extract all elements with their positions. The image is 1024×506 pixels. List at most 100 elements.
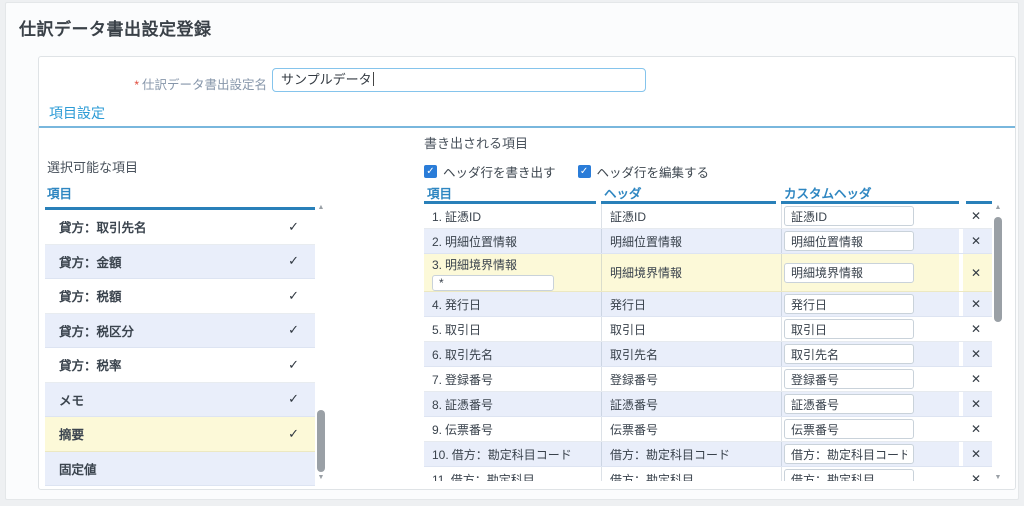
custom-header-cell [781,317,959,341]
scrollbar-thumb[interactable] [994,217,1002,322]
remove-icon[interactable]: ✕ [971,422,981,436]
item-cell: 1.証憑ID [424,204,601,228]
remove-cell[interactable]: ✕ [963,292,989,316]
available-list-item[interactable]: 摘要✓ [45,417,315,452]
remove-icon[interactable]: ✕ [971,347,981,361]
remove-cell[interactable]: ✕ [963,467,989,481]
custom-header-input[interactable] [784,231,914,251]
header-name: 登録番号 [610,371,658,388]
header-options: ✓ ヘッダ行を書き出す ✓ ヘッダ行を編集する [424,162,709,181]
remove-icon[interactable]: ✕ [971,472,981,481]
header-name: 明細境界情報 [610,264,682,281]
scroll-down-icon[interactable]: ▼ [316,474,326,481]
available-list-item[interactable]: 貸方：税区分✓ [45,314,315,349]
page-title: 仕訳データ書出設定登録 [19,15,212,40]
header-name: 証憑ID [610,208,646,225]
row-number: 1. [432,210,442,224]
item-cell: 4.発行日 [424,292,601,316]
custom-header-input[interactable] [784,263,914,283]
row-number: 5. [432,323,442,337]
write-header-checkbox[interactable]: ✓ ヘッダ行を書き出す [424,162,556,181]
export-table-row: 3.明細境界情報明細境界情報✕ [424,254,992,292]
row-number: 6. [432,348,442,362]
row-number: 7. [432,373,442,387]
remove-icon[interactable]: ✕ [971,266,981,280]
setting-name-input[interactable]: サンプルデータ [272,68,646,92]
scrollbar-thumb[interactable] [317,410,325,472]
available-list-item[interactable]: 貸方：金額✓ [45,245,315,280]
remove-cell[interactable]: ✕ [963,204,989,228]
header-cell: 証憑ID [601,204,781,228]
remove-cell[interactable]: ✕ [963,367,989,391]
scroll-up-icon[interactable]: ▲ [316,204,326,211]
remove-cell[interactable]: ✕ [963,442,989,466]
export-table-row: 2.明細位置情報明細位置情報✕ [424,229,992,254]
export-table-scrollbar[interactable]: ▲ ▼ [993,204,1003,481]
available-list-item[interactable]: 貸方：取引先名✓ [45,210,315,245]
row-number: 11. [432,473,448,482]
header-name: 取引先名 [610,346,658,363]
custom-header-input[interactable] [784,319,914,339]
custom-header-cell [781,204,959,228]
remove-icon[interactable]: ✕ [971,297,981,311]
section-divider [39,126,1015,128]
export-items-title: 書き出される項目 [424,133,528,152]
available-list-scrollbar[interactable]: ▲ ▼ [316,204,326,481]
column-header-header: ヘッダ [601,183,776,204]
export-table-row: 10.借方：勘定科目コード借方：勘定科目コード✕ [424,442,992,467]
remove-cell[interactable]: ✕ [963,417,989,441]
item-label: 摘要 [45,424,84,443]
custom-header-input[interactable] [784,294,914,314]
check-icon: ✓ [288,253,299,269]
remove-cell[interactable]: ✕ [963,317,989,341]
header-cell: 取引先名 [601,342,781,366]
available-list-item[interactable]: 貸方：税率✓ [45,348,315,383]
write-header-label: ヘッダ行を書き出す [443,162,556,181]
scroll-up-icon[interactable]: ▲ [993,204,1003,211]
custom-header-input[interactable] [784,206,914,226]
remove-cell[interactable]: ✕ [963,392,989,416]
custom-header-cell [781,292,959,316]
header-cell: 明細位置情報 [601,229,781,253]
custom-header-input[interactable] [784,419,914,439]
custom-header-input[interactable] [784,444,914,464]
export-table-row: 1.証憑ID 証憑ID ✕ [424,204,992,229]
text-cursor [373,72,374,86]
edit-header-checkbox[interactable]: ✓ ヘッダ行を編集する [578,162,710,181]
row-number: 8. [432,398,442,412]
available-list-item[interactable]: メモ✓ [45,383,315,418]
remove-cell[interactable]: ✕ [963,342,989,366]
setting-name-value: サンプルデータ [281,72,372,87]
remove-icon[interactable]: ✕ [971,372,981,386]
custom-header-cell [781,254,959,291]
item-cell: 7.登録番号 [424,367,601,391]
available-items-pane: 項目 貸方：取引先名✓貸方：金額✓貸方：税額✓貸方：税区分✓貸方：税率✓メモ✓摘… [45,183,315,487]
column-header-custom: カスタムヘッダ [781,183,959,204]
remove-icon[interactable]: ✕ [971,397,981,411]
header-cell: 明細境界情報 [601,254,781,291]
remove-cell[interactable]: ✕ [963,254,989,291]
item-cell: 6.取引先名 [424,342,601,366]
available-list-item[interactable]: 固定値 [45,452,315,487]
available-items-title: 選択可能な項目 [47,157,138,176]
scroll-down-icon[interactable]: ▼ [993,474,1003,481]
custom-header-input[interactable] [784,469,914,481]
header-cell: 取引日 [601,317,781,341]
custom-header-input[interactable] [784,394,914,414]
edit-header-label: ヘッダ行を編集する [597,162,710,181]
available-list-item[interactable]: 貸方：税額✓ [45,279,315,314]
remove-icon[interactable]: ✕ [971,447,981,461]
header-name: 伝票番号 [610,421,658,438]
custom-header-input[interactable] [784,369,914,389]
header-name: 取引日 [610,321,646,338]
item-name: 伝票番号 [445,423,493,437]
item-name: 発行日 [445,298,481,312]
boundary-value-input[interactable] [432,275,554,291]
export-table-row: 4.発行日発行日 ✕ [424,292,992,317]
remove-icon[interactable]: ✕ [971,209,981,223]
item-cell: 11.借方：勘定科目 [424,467,601,481]
remove-cell[interactable]: ✕ [963,229,989,253]
remove-icon[interactable]: ✕ [971,322,981,336]
custom-header-input[interactable] [784,344,914,364]
remove-icon[interactable]: ✕ [971,234,981,248]
